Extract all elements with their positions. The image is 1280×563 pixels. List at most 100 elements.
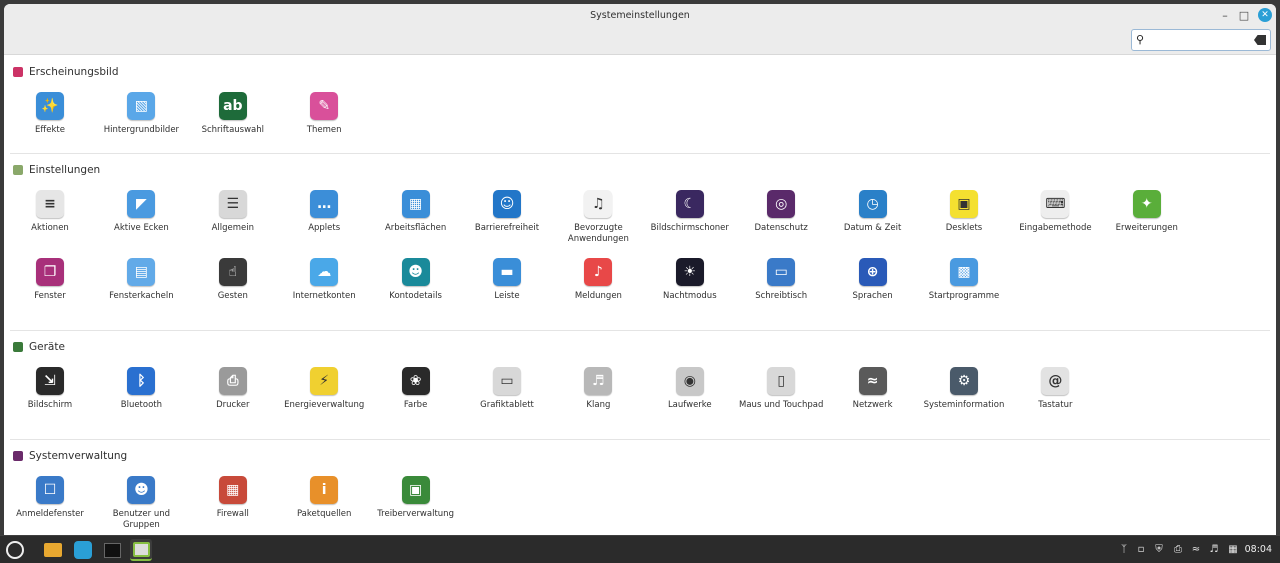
settings-item-login-window[interactable]: ☐ Anmeldefenster xyxy=(4,476,96,520)
bluetooth-tray-icon[interactable]: ᛉ xyxy=(1117,542,1131,556)
settings-item-display[interactable]: ⇲ Bildschirm xyxy=(4,367,96,411)
settings-item-applets[interactable]: … Applets xyxy=(278,190,370,234)
settings-item-gestures[interactable]: ☝ Gesten xyxy=(187,258,279,302)
settings-item-input-method[interactable]: ⌨ Eingabemethode xyxy=(1009,190,1101,234)
section-header: Geräte xyxy=(13,341,65,353)
settings-item-windows[interactable]: ❐ Fenster xyxy=(4,258,96,302)
workspaces-icon: ▦ xyxy=(401,190,430,218)
settings-item-languages[interactable]: ⊕ Sprachen xyxy=(827,258,919,302)
settings-item-panel[interactable]: ▬ Leiste xyxy=(461,258,553,302)
settings-item-startup[interactable]: ▩ Startprogramme xyxy=(918,258,1010,302)
settings-item-software-sources[interactable]: i Paketquellen xyxy=(278,476,370,520)
general-icon: ☰ xyxy=(218,190,247,218)
printer-tray-icon[interactable]: ⎙ xyxy=(1171,542,1185,556)
maximize-button[interactable]: □ xyxy=(1237,8,1251,22)
clear-search-icon[interactable] xyxy=(1254,35,1266,45)
settings-item-effects[interactable]: ✨ Effekte xyxy=(4,92,96,136)
search-box[interactable]: ⚲ xyxy=(1131,29,1271,51)
settings-item-label: Sprachen xyxy=(852,291,893,301)
settings-item-printer[interactable]: ⎙ Drucker xyxy=(187,367,279,411)
terminal-icon xyxy=(103,542,121,558)
settings-item-general[interactable]: ☰ Allgemein xyxy=(187,190,279,234)
settings-window: Systemeinstellungen – □ ✕ ⚲ Erscheinungs… xyxy=(4,4,1276,535)
settings-item-tablet[interactable]: ▭ Grafiktablett xyxy=(461,367,553,411)
settings-item-online-accounts[interactable]: ☁ Internetkonten xyxy=(278,258,370,302)
settings-item-bluetooth[interactable]: ᛒ Bluetooth xyxy=(95,367,187,411)
settings-item-label: Datenschutz xyxy=(754,223,808,233)
settings-item-firewall[interactable]: ▦ Firewall xyxy=(187,476,279,520)
notifications-icon: ♪ xyxy=(584,258,613,286)
settings-item-label: Leiste xyxy=(494,291,520,301)
settings-item-label: Farbe xyxy=(403,400,428,410)
settings-item-label: Fenster xyxy=(34,291,66,301)
settings-item-label: Erweiterungen xyxy=(1115,223,1178,233)
themes-icon: ✎ xyxy=(310,92,339,120)
settings-item-account[interactable]: ☻ Kontodetails xyxy=(370,258,462,302)
settings-item-driver-manager[interactable]: ▣ Treiberverwaltung xyxy=(370,476,462,520)
section-header: Einstellungen xyxy=(13,164,100,176)
volume-tray-icon[interactable]: ♬ xyxy=(1207,542,1221,556)
settings-item-label: Firewall xyxy=(216,509,249,519)
shield-tray-icon[interactable]: ⛨ xyxy=(1152,542,1166,556)
settings-item-accessibility[interactable]: ☺ Barrierefreiheit xyxy=(461,190,553,234)
settings-item-color[interactable]: ❀ Farbe xyxy=(370,367,462,411)
settings-item-system-info[interactable]: ⚙ Systeminformation xyxy=(918,367,1010,411)
menu-button[interactable] xyxy=(4,539,26,561)
settings-item-users[interactable]: ☻ Benutzer und Gruppen xyxy=(95,476,187,531)
settings-item-keyboard[interactable]: @ Tastatur xyxy=(1009,367,1101,411)
section-header: Systemverwaltung xyxy=(13,450,127,462)
privacy-icon: ◎ xyxy=(767,190,796,218)
search-input[interactable] xyxy=(1152,33,1254,47)
minimize-button[interactable]: – xyxy=(1218,8,1232,22)
settings-item-label: Schriftauswahl xyxy=(201,125,264,135)
windows-icon: ❐ xyxy=(36,258,64,286)
section-icon xyxy=(13,67,23,77)
settings-item-label: Fensterkacheln xyxy=(109,291,174,301)
terminal-launcher[interactable] xyxy=(101,539,123,561)
settings-item-font[interactable]: ab Schriftauswahl xyxy=(187,92,279,136)
settings-item-workspaces[interactable]: ▦ Arbeitsflächen xyxy=(370,190,462,234)
settings-item-disks[interactable]: ◉ Laufwerke xyxy=(644,367,736,411)
settings-item-hot-corners[interactable]: ◤ Aktive Ecken xyxy=(95,190,187,234)
settings-item-privacy[interactable]: ◎ Datenschutz xyxy=(735,190,827,234)
settings-item-desklets[interactable]: ▣ Desklets xyxy=(918,190,1010,234)
settings-item-label: Tastatur xyxy=(1038,400,1073,410)
close-button[interactable]: ✕ xyxy=(1258,8,1272,22)
section-title: Geräte xyxy=(29,341,65,353)
settings-item-label: Aktionen xyxy=(31,223,69,233)
settings-item-night-mode[interactable]: ☀ Nachtmodus xyxy=(644,258,736,302)
settings-item-label: Laufwerke xyxy=(667,400,712,410)
settings-item-actions[interactable]: ≡ Aktionen xyxy=(4,190,96,234)
clock[interactable]: 08:04 xyxy=(1245,544,1272,555)
settings-item-window-tiling[interactable]: ▤ Fensterkacheln xyxy=(95,258,187,302)
preferred-apps-icon: ♫ xyxy=(584,190,613,218)
settings-item-screensaver[interactable]: ☾ Bildschirmschoner xyxy=(644,190,736,234)
files-launcher[interactable] xyxy=(42,539,64,561)
settings-item-wallpaper[interactable]: ▧ Hintergrundbilder xyxy=(95,92,187,136)
browser-launcher[interactable] xyxy=(72,539,94,561)
settings-item-themes[interactable]: ✎ Themen xyxy=(278,92,370,136)
settings-item-label: Nachtmodus xyxy=(662,291,717,301)
settings-item-preferred-apps[interactable]: ♫ Bevorzugte Anwendungen xyxy=(552,190,644,245)
settings-item-network[interactable]: ≈ Netzwerk xyxy=(827,367,919,411)
wifi-tray-icon[interactable]: ≈ xyxy=(1189,542,1203,556)
settings-item-label: Systeminformation xyxy=(923,400,1005,410)
startup-icon: ▩ xyxy=(950,258,978,286)
settings-item-notifications[interactable]: ♪ Meldungen xyxy=(552,258,644,302)
title-bar[interactable]: Systemeinstellungen – □ ✕ ⚲ xyxy=(4,4,1276,55)
clipboard-tray-icon[interactable]: ▫ xyxy=(1134,542,1148,556)
settings-item-mouse[interactable]: ▯ Maus und Touchpad xyxy=(735,367,827,411)
settings-item-label: Eingabemethode xyxy=(1019,223,1092,233)
settings-item-label: Allgemein xyxy=(211,223,254,233)
system-info-icon: ⚙ xyxy=(950,367,978,395)
settings-item-clock[interactable]: ◷ Datum & Zeit xyxy=(827,190,919,234)
notes-tray-icon[interactable]: ▦ xyxy=(1226,542,1240,556)
panel-icon: ▬ xyxy=(493,258,521,286)
settings-taskbar-button[interactable] xyxy=(130,539,152,561)
clock-icon: ◷ xyxy=(858,190,887,218)
settings-item-desktop[interactable]: ▭ Schreibtisch xyxy=(735,258,827,302)
settings-item-sound[interactable]: ♬ Klang xyxy=(552,367,644,411)
settings-item-extensions[interactable]: ✦ Erweiterungen xyxy=(1101,190,1193,234)
settings-item-power[interactable]: ⚡ Energieverwaltung xyxy=(278,367,370,411)
window-tiling-icon: ▤ xyxy=(127,258,156,286)
